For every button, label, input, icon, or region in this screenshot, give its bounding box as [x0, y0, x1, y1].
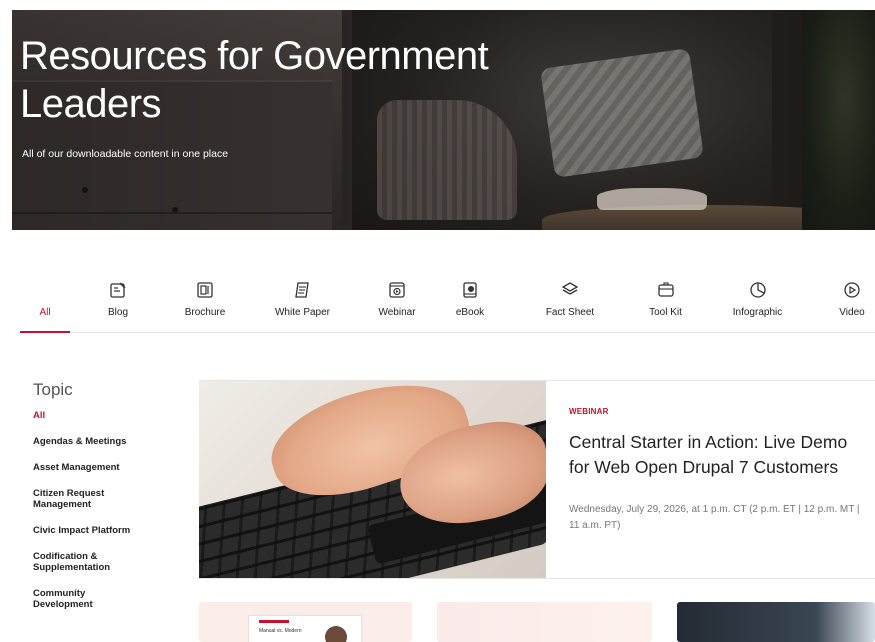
topic-item-all[interactable]: All [33, 410, 183, 421]
video-icon [844, 282, 860, 298]
tab-label: Tool Kit [649, 307, 682, 318]
tab-label: Webinar [378, 307, 416, 318]
tab-label: Fact Sheet [545, 307, 595, 318]
resource-card[interactable]: Manual vs. Modern [199, 602, 412, 642]
tab-brochure[interactable]: Brochure [170, 280, 240, 330]
brochure-icon [197, 282, 213, 298]
tab-fact-sheet[interactable]: Fact Sheet [540, 280, 600, 330]
tab-ebook[interactable]: eBook [445, 280, 495, 330]
page-subtitle: All of our downloadable content in one p… [22, 148, 229, 160]
tool-kit-icon [657, 282, 674, 297]
ebook-icon [463, 282, 477, 298]
card-thumbnail-text: Manual vs. Modern [259, 628, 302, 634]
tab-blog[interactable]: Blog [93, 280, 143, 330]
tab-label: Blog [107, 307, 128, 318]
tab-label: All [39, 307, 51, 318]
tab-webinar[interactable]: Webinar [372, 280, 422, 330]
tab-label: eBook [455, 307, 485, 318]
topic-item-citizen-request-management[interactable]: Citizen Request Management [33, 488, 123, 510]
topic-item-community-development[interactable]: Community Development [33, 588, 113, 610]
tab-all[interactable]: All [20, 280, 70, 333]
featured-resource-card[interactable]: WEBINAR Central Starter in Action: Live … [199, 380, 875, 579]
featured-image [199, 381, 546, 578]
topic-filter-sidebar: Topic All Agendas & Meetings Asset Manag… [33, 380, 183, 625]
resource-type-label: WEBINAR [569, 407, 609, 416]
infographic-icon [749, 282, 766, 298]
topic-item-civic-impact-platform[interactable]: Civic Impact Platform [33, 525, 183, 536]
tab-tool-kit[interactable]: Tool Kit [638, 280, 693, 330]
tab-label: Brochure [184, 307, 226, 318]
topic-heading: Topic [33, 380, 73, 399]
tab-video[interactable]: Video [832, 280, 872, 330]
webinar-icon [389, 282, 405, 298]
blog-icon [110, 282, 126, 298]
resource-card[interactable] [437, 602, 652, 642]
tab-label: Infographic [732, 307, 783, 318]
content-type-tabs: All Blog Brochure White Paper Webinar eB… [20, 280, 875, 333]
featured-date: Wednesday, July 29, 2026, at 1 p.m. CT (… [569, 504, 860, 531]
topic-item-codification-supplementation[interactable]: Codification & Supplementation [33, 551, 133, 573]
topic-item-asset-management[interactable]: Asset Management [33, 462, 183, 473]
tab-label: Video [839, 307, 865, 318]
card-thumbnail: Manual vs. Modern [249, 616, 361, 642]
white-paper-icon [294, 282, 309, 298]
resource-card[interactable] [677, 602, 875, 642]
topic-item-agendas-meetings[interactable]: Agendas & Meetings [33, 436, 183, 447]
tab-infographic[interactable]: Infographic [720, 280, 795, 330]
tab-white-paper[interactable]: White Paper [265, 280, 340, 330]
page-title: Resources for Government Leaders [20, 34, 489, 126]
fact-sheet-icon [561, 282, 579, 295]
featured-title[interactable]: Central Starter in Action: Live Demo for… [569, 430, 869, 480]
hero-banner: Resources for Government Leaders All of … [12, 10, 875, 230]
tab-label: White Paper [274, 307, 331, 318]
